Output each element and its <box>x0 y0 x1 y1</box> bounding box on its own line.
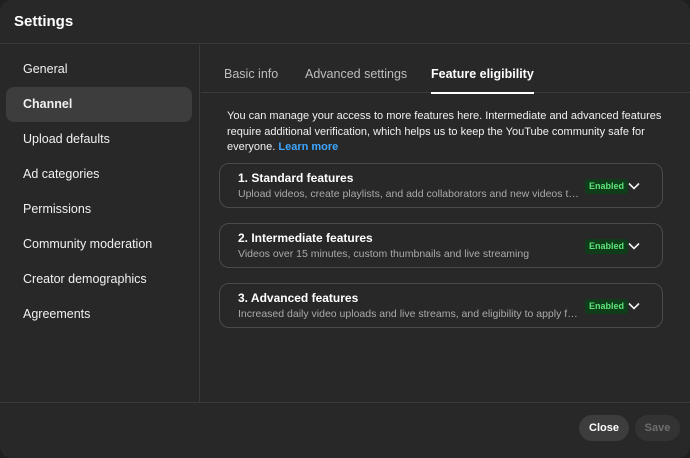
feature-description: Upload videos, create playlists, and add… <box>238 188 580 200</box>
tab-advanced-settings[interactable]: Advanced settings <box>305 45 407 93</box>
dialog-header: Settings <box>0 0 690 44</box>
tab-basic-info[interactable]: Basic info <box>224 45 278 93</box>
feature-description: Videos over 15 minutes, custom thumbnail… <box>238 248 530 260</box>
feature-title: 1. Standard features <box>238 171 354 185</box>
sidebar-item-upload-defaults[interactable]: Upload defaults <box>6 122 192 157</box>
settings-dialog: Settings General Channel Upload defaults… <box>0 0 690 458</box>
dialog-title: Settings <box>14 13 74 30</box>
chevron-down-icon[interactable] <box>627 299 641 313</box>
feature-card-advanced[interactable]: 3. Advanced features Increased daily vid… <box>219 283 663 328</box>
learn-more-link[interactable]: Learn more <box>278 141 338 153</box>
tab-bar: Basic info Advanced settings Feature eli… <box>201 45 690 94</box>
close-button[interactable]: Close <box>579 415 629 441</box>
status-badge: Enabled <box>585 239 629 254</box>
settings-sidebar: General Channel Upload defaults Ad categ… <box>0 45 200 402</box>
main-panel: Basic info Advanced settings Feature eli… <box>201 45 690 402</box>
status-badge: Enabled <box>585 299 629 314</box>
sidebar-item-general[interactable]: General <box>6 52 192 87</box>
dialog-footer: Close Save <box>0 402 690 458</box>
feature-card-intermediate[interactable]: 2. Intermediate features Videos over 15 … <box>219 223 663 268</box>
sidebar-item-community-moderation[interactable]: Community moderation <box>6 227 192 262</box>
chevron-down-icon[interactable] <box>627 179 641 193</box>
sidebar-item-permissions[interactable]: Permissions <box>6 192 192 227</box>
tab-feature-eligibility[interactable]: Feature eligibility <box>431 45 534 94</box>
save-button[interactable]: Save <box>635 415 680 441</box>
sidebar-item-ad-categories[interactable]: Ad categories <box>6 157 192 192</box>
feature-description: Increased daily video uploads and live s… <box>238 308 580 320</box>
feature-title: 3. Advanced features <box>238 291 359 305</box>
chevron-down-icon[interactable] <box>627 239 641 253</box>
sidebar-item-agreements[interactable]: Agreements <box>6 297 192 332</box>
feature-card-standard[interactable]: 1. Standard features Upload videos, crea… <box>219 163 663 208</box>
sidebar-item-creator-demographics[interactable]: Creator demographics <box>6 262 192 297</box>
sidebar-item-channel[interactable]: Channel <box>6 87 192 122</box>
status-badge: Enabled <box>585 179 629 194</box>
intro-text-block: You can manage your access to more featu… <box>227 109 667 156</box>
feature-title: 2. Intermediate features <box>238 231 373 245</box>
